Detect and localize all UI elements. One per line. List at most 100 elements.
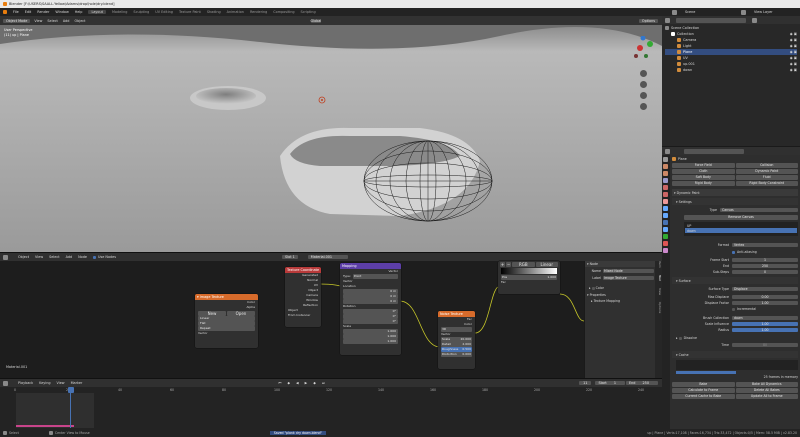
cache-subpanel-header[interactable]: ▾ Cache [672, 351, 798, 358]
tab-shading[interactable]: Shading [207, 10, 221, 14]
node-panel-header[interactable]: ▾ Node [585, 261, 662, 267]
scene-name[interactable]: Scene [685, 10, 735, 14]
orientation-dropdown[interactable]: Global [310, 18, 322, 23]
menu-render[interactable]: Render [37, 10, 49, 14]
prev-key-icon[interactable]: ◆ [287, 381, 290, 385]
anti-aliasing-row[interactable]: Anti-aliasing [672, 249, 798, 255]
timeline-menu-view[interactable]: View [57, 381, 65, 385]
incremental-row[interactable]: Incremental [672, 306, 798, 312]
soft-body-button[interactable]: Soft Body [672, 175, 735, 180]
tab-layout[interactable]: Layout [88, 10, 106, 14]
surface-item-down[interactable]: down [685, 228, 797, 233]
mapping-node[interactable]: Mapping Vector Type: Point Vector Locatio… [340, 263, 401, 355]
frame-start-field[interactable]: 1 [732, 257, 798, 262]
timeline-editor-icon[interactable] [3, 380, 8, 386]
world-tab-icon[interactable] [663, 192, 668, 197]
mapping-type-dropdown[interactable]: Point [352, 274, 398, 279]
from-instancer-checkbox[interactable]: From Instancer [285, 313, 321, 318]
visibility-eye-icon[interactable]: ◉ ▣ [790, 67, 797, 73]
checkbox-icon[interactable] [732, 250, 735, 254]
surfaces-list[interactable]: UP down [684, 222, 798, 236]
texture-tab-icon[interactable] [663, 248, 668, 253]
displace-factor-field[interactable]: 1.00 [732, 300, 798, 305]
surface-subpanel-header[interactable]: ▾ Surface [672, 277, 798, 284]
brush-collection-field[interactable]: down [732, 315, 798, 320]
constraints-tab-icon[interactable] [663, 227, 668, 232]
tab-animation[interactable]: Animation [227, 10, 244, 14]
physics-tab-icon[interactable] [663, 220, 668, 225]
image-new-button[interactable]: New [198, 310, 226, 316]
material-tab-icon[interactable] [663, 241, 668, 246]
checkbox-icon[interactable] [678, 336, 682, 340]
particles-tab-icon[interactable] [663, 213, 668, 218]
ramp-add-icon[interactable]: + [500, 261, 505, 267]
view-layer-name[interactable]: View Layer [754, 10, 794, 14]
tab-tool[interactable]: Tool [658, 275, 662, 281]
pan-icon[interactable] [640, 81, 647, 88]
scale-z-field[interactable]: 1.000 [343, 339, 398, 344]
radius-slider[interactable]: 1.00 [732, 327, 798, 332]
frame-end-field[interactable]: 250 [732, 263, 798, 268]
rigid-body-constraint-button[interactable]: Rigid Body Constraint [735, 181, 798, 186]
tab-view[interactable]: View [658, 288, 662, 295]
modifier-tab-icon[interactable] [663, 206, 668, 211]
tool-tab-icon[interactable] [663, 157, 668, 162]
surface-type-dropdown[interactable]: Displace [732, 286, 798, 291]
data-tab-icon[interactable] [663, 234, 668, 239]
cache-list[interactable] [676, 360, 798, 370]
image-texture-node[interactable]: ▾ Image Texture Color Alpha New Open Line… [195, 294, 258, 348]
texture-mapping-row[interactable]: ▸ Texture Mapping [585, 298, 662, 304]
update-all-to-frame-button[interactable]: Update All to Frame [735, 394, 798, 399]
substeps-field[interactable]: 0 [732, 269, 798, 274]
play-reverse-icon[interactable]: ◀ [296, 381, 299, 385]
viewport-3d[interactable]: Object Mode View Select Add Object Globa… [0, 16, 662, 252]
image-open-button[interactable]: Open [227, 310, 255, 316]
node-editor-type-icon[interactable] [3, 254, 8, 260]
menu-file[interactable]: File [13, 10, 19, 14]
rigid-body-button[interactable]: Rigid Body [672, 181, 735, 186]
type-dropdown[interactable]: Canvas [720, 208, 798, 212]
outliner-editor-icon[interactable] [665, 17, 670, 23]
viewport-menu-select[interactable]: Select [47, 19, 57, 23]
timeline-menu-marker[interactable]: Marker [71, 381, 83, 385]
zoom-icon[interactable] [640, 70, 647, 77]
render-tab-icon[interactable] [663, 164, 668, 169]
max-displace-field[interactable]: 0.00 [732, 294, 798, 299]
tab-uv-editing[interactable]: UV Editing [155, 10, 173, 14]
node-editor[interactable]: Object View Select Add Node Use Nodes Sl… [0, 252, 662, 378]
tab-options[interactable]: Options [658, 302, 662, 314]
current-frame-field[interactable]: 11 [579, 381, 592, 385]
timeline-menu-keying[interactable]: Keying [39, 381, 50, 385]
material-selector[interactable]: Material.001 [307, 255, 348, 259]
object-tab-icon[interactable] [663, 199, 668, 204]
noise-texture-node[interactable]: Noise Texture Fac Color 3D Vector Scale 2… [438, 311, 475, 369]
outliner-row-down[interactable]: down ◉ ▣ [665, 67, 797, 73]
node-menu-object[interactable]: Object [18, 255, 29, 259]
ortho-toggle-icon[interactable] [640, 103, 647, 110]
timeline[interactable]: Playback Keying View Marker ⏮ ◆ ◀ ▶ ◆ ⏭ … [0, 378, 662, 429]
tab-rendering[interactable]: Rendering [250, 10, 267, 14]
node-menu-view[interactable]: View [35, 255, 43, 259]
tab-texture-paint[interactable]: Texture Paint [179, 10, 201, 14]
node-name-field[interactable]: Mixed Node [603, 269, 654, 273]
node-menu-select[interactable]: Select [49, 255, 59, 259]
format-dropdown[interactable]: Vertex [732, 243, 798, 247]
fluid-button[interactable]: Fluid [735, 175, 798, 180]
options-dropdown[interactable]: Options [638, 18, 658, 23]
scene-tab-icon[interactable] [663, 185, 668, 190]
tab-sculpting[interactable]: Sculpting [133, 10, 149, 14]
next-key-icon[interactable]: ◆ [313, 381, 316, 385]
force-field-button[interactable]: Force Field [672, 163, 735, 168]
tab-compositing[interactable]: Compositing [273, 10, 294, 14]
ramp-pos-field[interactable]: Pos 1.000 [501, 275, 557, 280]
menu-window[interactable]: Window [55, 10, 68, 14]
jump-start-icon[interactable]: ⏮ [278, 381, 281, 385]
checkbox-icon[interactable] [591, 286, 595, 290]
outliner-search[interactable] [676, 17, 746, 23]
camera-view-icon[interactable] [640, 92, 647, 99]
current-cache-to-bake-button[interactable]: Current Cache to Bake [672, 394, 735, 399]
viewport-menu-object[interactable]: Object [74, 19, 85, 23]
view-layer-tab-icon[interactable] [663, 178, 668, 183]
scale-influence-slider[interactable]: 1.00 [732, 321, 798, 326]
timeline-ruler[interactable]: 0 20 40 60 80 100 120 140 160 180 200 22… [0, 387, 662, 393]
